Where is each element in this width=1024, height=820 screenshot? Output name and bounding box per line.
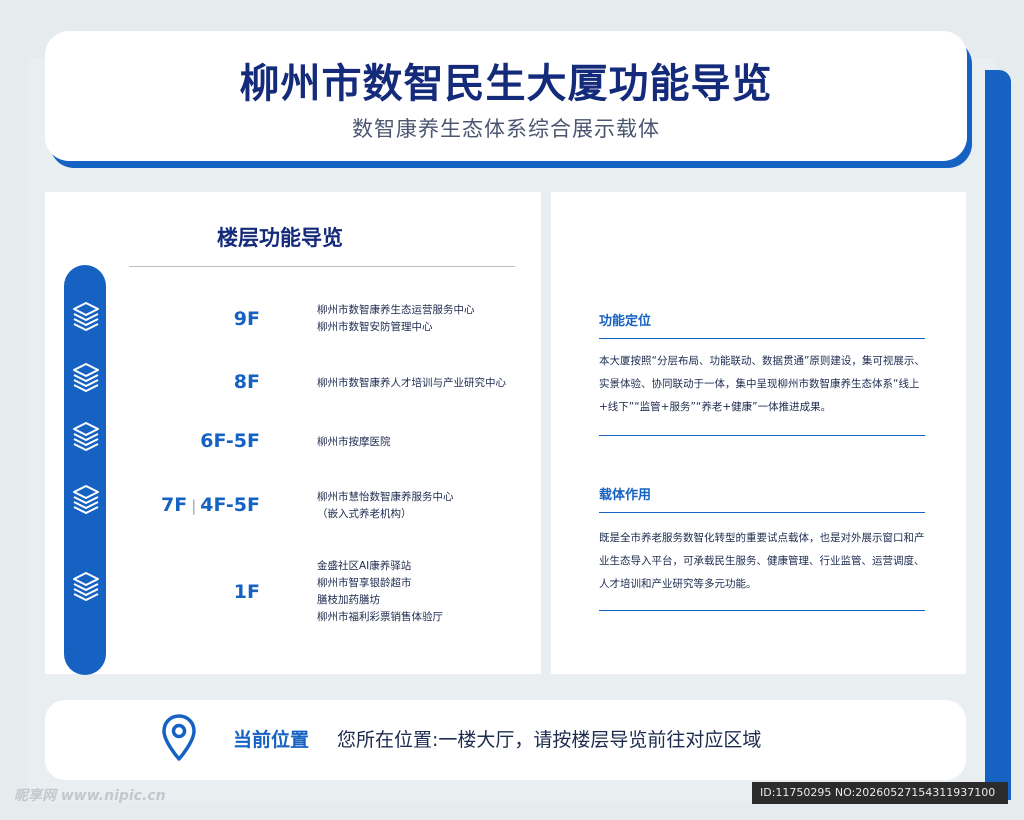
positioning-divider bbox=[599, 338, 925, 339]
floor-label-separator: | bbox=[191, 497, 197, 515]
location-label: 当前位置 bbox=[233, 729, 310, 751]
floor-desc-line: 柳州市慧怡数智康养服务中心 bbox=[317, 491, 454, 503]
carrier-text: 既是全市养老服务数智化转型的重要试点载体，也是对外展示窗口和产业生态导入平台，可… bbox=[599, 532, 925, 590]
floor-desc-line: 柳州市数智康养生态运营服务中心 bbox=[317, 304, 475, 316]
location-card: 当前位置 您所在位置:一楼大厅，请按楼层导览前往对应区域 bbox=[45, 700, 966, 780]
floor-desc-line: 柳州市按摩医院 bbox=[317, 436, 391, 448]
carrier-divider bbox=[599, 512, 925, 513]
positioning-bottom-divider bbox=[599, 435, 925, 436]
floor-guide-heading: 楼层功能导览 bbox=[217, 226, 343, 250]
floor-label-6f-5f: 6F-5F bbox=[200, 430, 260, 452]
floor-label-part: 7F bbox=[161, 494, 188, 516]
floor-guide-panel: 楼层功能导览 9F 柳州市数智康养生态运营服务中心 柳州市数智安防管理中心 8F… bbox=[45, 192, 541, 675]
floor-desc-line: 膳枝加药膳坊 bbox=[317, 594, 380, 606]
floor-desc-6f-5f: 柳州市按摩医院 bbox=[317, 434, 527, 451]
floor-label-7f-4f-5f: 7F | 4F-5F bbox=[50, 494, 260, 516]
floor-desc-line: 柳州市数智安防管理中心 bbox=[317, 321, 433, 333]
floor-desc-1f: 金盛社区AI康养驿站 柳州市智享银龄超市 膳枝加药膳坊 柳州市福利彩票销售体验厅 bbox=[317, 558, 527, 626]
carrier-title: 载体作用 bbox=[599, 488, 652, 503]
floor-desc-line: 金盛社区AI康养驿站 bbox=[317, 560, 412, 572]
positioning-title: 功能定位 bbox=[599, 314, 652, 329]
floor-desc-line: 柳州市数智康养人才培训与产业研究中心 bbox=[317, 377, 506, 389]
map-pin-icon bbox=[162, 714, 196, 761]
floor-desc-line: 柳州市智享银龄超市 bbox=[317, 577, 412, 589]
floor-desc-8f: 柳州市数智康养人才培训与产业研究中心 bbox=[317, 375, 527, 392]
floor-label-9f: 9F bbox=[233, 308, 260, 330]
decorative-blue-edge bbox=[985, 70, 1011, 800]
info-panel: 功能定位 本大厦按照“分层布局、功能联动、数据贯通”原则建设，集可视展示、实景体… bbox=[551, 192, 966, 674]
page-subtitle: 数智康养生态体系综合展示载体 bbox=[352, 117, 660, 141]
page-title: 柳州市数智民生大厦功能导览 bbox=[239, 61, 773, 107]
floor-desc-9f: 柳州市数智康养生态运营服务中心 柳州市数智安防管理中心 bbox=[317, 302, 527, 336]
positioning-text: 本大厦按照“分层布局、功能联动、数据贯通”原则建设，集可视展示、实景体验、协同联… bbox=[599, 355, 925, 413]
floor-label-1f: 1F bbox=[233, 581, 260, 603]
floor-desc-line: 柳州市福利彩票销售体验厅 bbox=[317, 611, 443, 623]
image-id-label: ID:11750295 NO:20260527154311937100 bbox=[752, 782, 1008, 804]
header-card: 柳州市数智民生大厦功能导览 数智康养生态体系综合展示载体 bbox=[45, 31, 967, 161]
heading-divider bbox=[129, 266, 515, 267]
floor-label-8f: 8F bbox=[233, 371, 260, 393]
location-text: 您所在位置:一楼大厅，请按楼层导览前往对应区域 bbox=[337, 729, 762, 751]
carrier-bottom-divider bbox=[599, 610, 925, 611]
watermark: 昵享网 www.nipic.cn bbox=[14, 788, 166, 804]
floor-desc-7f-4f-5f: 柳州市慧怡数智康养服务中心 （嵌入式养老机构） bbox=[317, 489, 527, 523]
floor-desc-line: （嵌入式养老机构） bbox=[317, 508, 412, 520]
floor-label-part: 4F-5F bbox=[200, 494, 260, 516]
